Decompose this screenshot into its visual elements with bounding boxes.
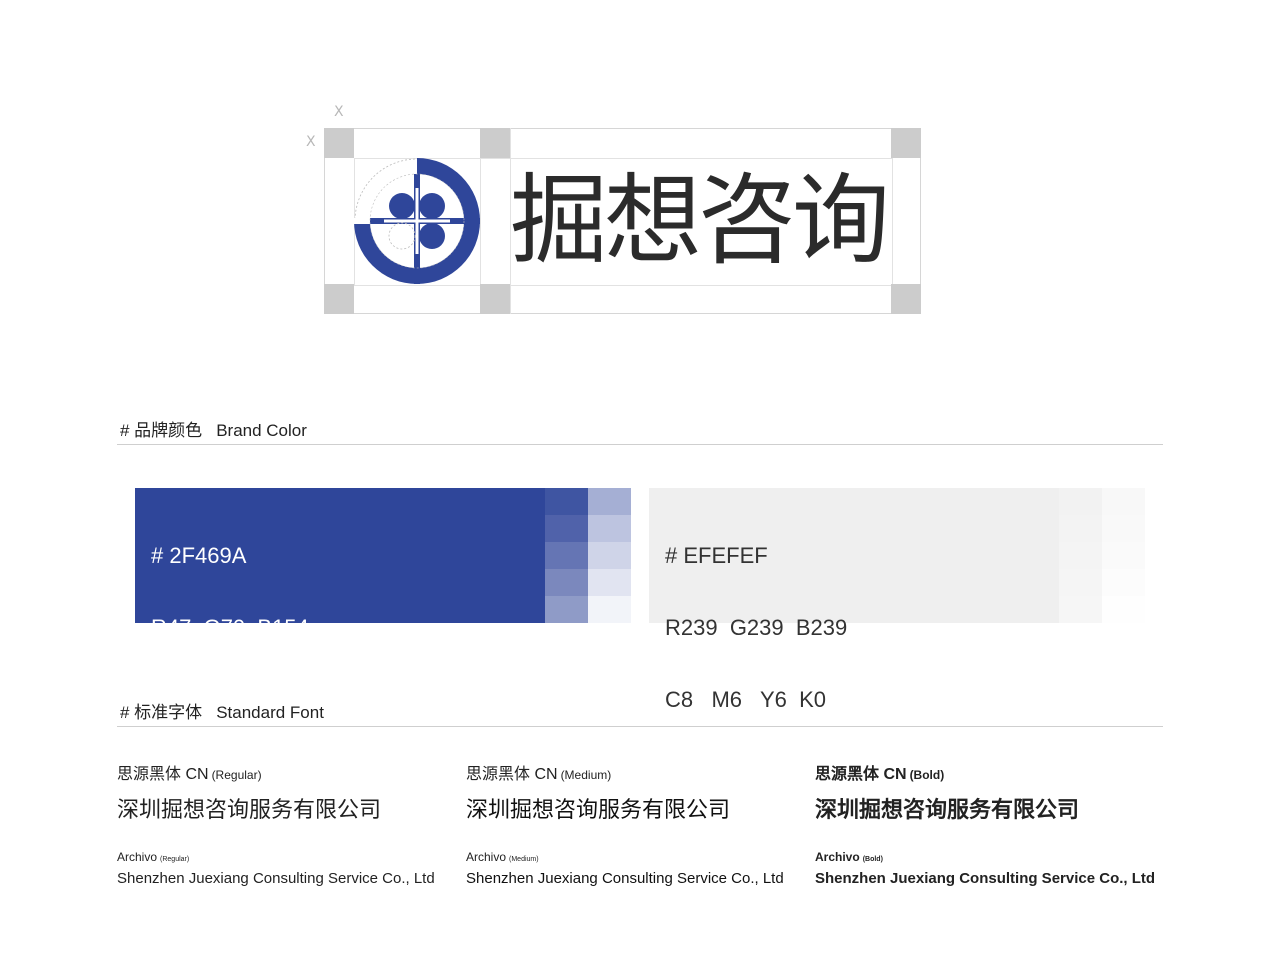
tint-cell: [1102, 488, 1145, 515]
standard-font-heading-en: Standard Font: [216, 703, 324, 722]
tint-cell: [588, 515, 631, 542]
en-font-sample: Shenzhen Juexiang Consulting Service Co.…: [466, 870, 784, 887]
brand-emblem-icon: [354, 158, 480, 284]
en-font-family: Archivo: [815, 850, 860, 864]
cn-font-family: 思源黑体 CN: [117, 766, 209, 783]
cn-font-name: 思源黑体 CN (Regular): [117, 760, 457, 784]
en-font-weight: (Regular): [160, 856, 190, 863]
hex-value: # 2F469A: [151, 543, 247, 568]
swatch-primary: # 2F469A R47 G70 B154 C90 M80 Y10 K0: [135, 488, 631, 712]
tint-cell: [1102, 569, 1145, 596]
tint-cell: [1059, 542, 1102, 569]
brand-color-heading-cn: # 品牌颜色: [120, 421, 203, 440]
brand-color-heading-en: Brand Color: [216, 421, 307, 440]
cn-font-sample: 深圳掘想咨询服务有限公司: [117, 797, 382, 822]
cn-font-name: 思源黑体 CN (Bold): [815, 760, 1155, 784]
clearspace-square: [891, 284, 921, 314]
tint-cell: [545, 542, 588, 569]
spacing-mark-left: X: [306, 134, 316, 150]
en-font-family: Archivo: [466, 850, 507, 864]
standard-font-heading: # 标准字体 Standard Font: [120, 698, 324, 723]
tint-cell: [545, 488, 588, 515]
en-font-weight: (Medium): [509, 856, 539, 863]
clearspace-square: [891, 128, 921, 158]
clearspace-square: [480, 284, 510, 314]
tint-cell: [1059, 515, 1102, 542]
clearspace-square: [324, 128, 354, 158]
font-specimen-medium: 思源黑体 CN (Medium) 深圳掘想咨询服务有限公司 Archivo (Med…: [466, 760, 806, 887]
section-divider: [117, 726, 1163, 727]
tint-cell: [1102, 515, 1145, 542]
hex-value: # EFEFEF: [665, 543, 768, 568]
tint-cell: [545, 596, 588, 623]
section-divider: [117, 444, 1163, 445]
brand-color-heading: # 品牌颜色 Brand Color: [120, 416, 307, 441]
rgb-value: R47 G70 B154: [151, 615, 309, 640]
swatch-secondary: # EFEFEF R239 G239 B239 C8 M6 Y6 K0: [649, 488, 1145, 712]
font-specimen-regular: 思源黑体 CN (Regular) 深圳掘想咨询服务有限公司 Archivo (Re…: [117, 760, 457, 887]
cn-font-sample: 深圳掘想咨询服务有限公司: [466, 797, 731, 822]
tint-cell: [1102, 542, 1145, 569]
en-font-name: Archivo (Regular): [117, 850, 457, 864]
cn-font-weight: (Medium): [560, 768, 612, 782]
clearspace-square: [480, 128, 510, 158]
tint-cell: [588, 569, 631, 596]
tint-cell: [588, 596, 631, 623]
clearspace-square: [324, 284, 354, 314]
tint-cell: [588, 488, 631, 515]
tint-cell: [1102, 596, 1145, 623]
brand-wordmark: 掘想咨询: [510, 164, 890, 278]
en-font-sample: Shenzhen Juexiang Consulting Service Co.…: [117, 870, 435, 887]
en-font-name: Archivo (Bold): [815, 850, 1155, 864]
standard-font-heading-cn: # 标准字体: [120, 703, 203, 722]
en-font-sample: Shenzhen Juexiang Consulting Service Co.…: [815, 870, 1156, 887]
tint-cell: [545, 515, 588, 542]
cn-font-weight: (Bold): [909, 768, 945, 782]
rgb-value: R239 G239 B239: [665, 615, 848, 640]
en-font-name: Archivo (Medium): [466, 850, 806, 864]
font-specimen-bold: 思源黑体 CN (Bold) 深圳掘想咨询服务有限公司 Archivo (Bold)…: [815, 760, 1155, 887]
spacing-mark-top: X: [334, 104, 344, 120]
tint-cell: [1059, 596, 1102, 623]
tint-cell: [1059, 488, 1102, 515]
cn-font-sample: 深圳掘想咨询服务有限公司: [815, 797, 1080, 822]
tint-cell: [588, 542, 631, 569]
en-font-weight: (Bold): [862, 856, 883, 863]
cmyk-value: C8 M6 Y6 K0: [665, 687, 827, 712]
swatch-secondary-values: # EFEFEF R239 G239 B239 C8 M6 Y6 K0: [665, 496, 847, 760]
cn-font-weight: (Regular): [211, 768, 262, 782]
tint-cell: [1059, 569, 1102, 596]
cn-font-name: 思源黑体 CN (Medium): [466, 760, 806, 784]
tint-cell: [545, 569, 588, 596]
cn-font-family: 思源黑体 CN: [466, 766, 558, 783]
en-font-family: Archivo: [117, 850, 158, 864]
cn-font-family: 思源黑体 CN: [815, 766, 907, 783]
